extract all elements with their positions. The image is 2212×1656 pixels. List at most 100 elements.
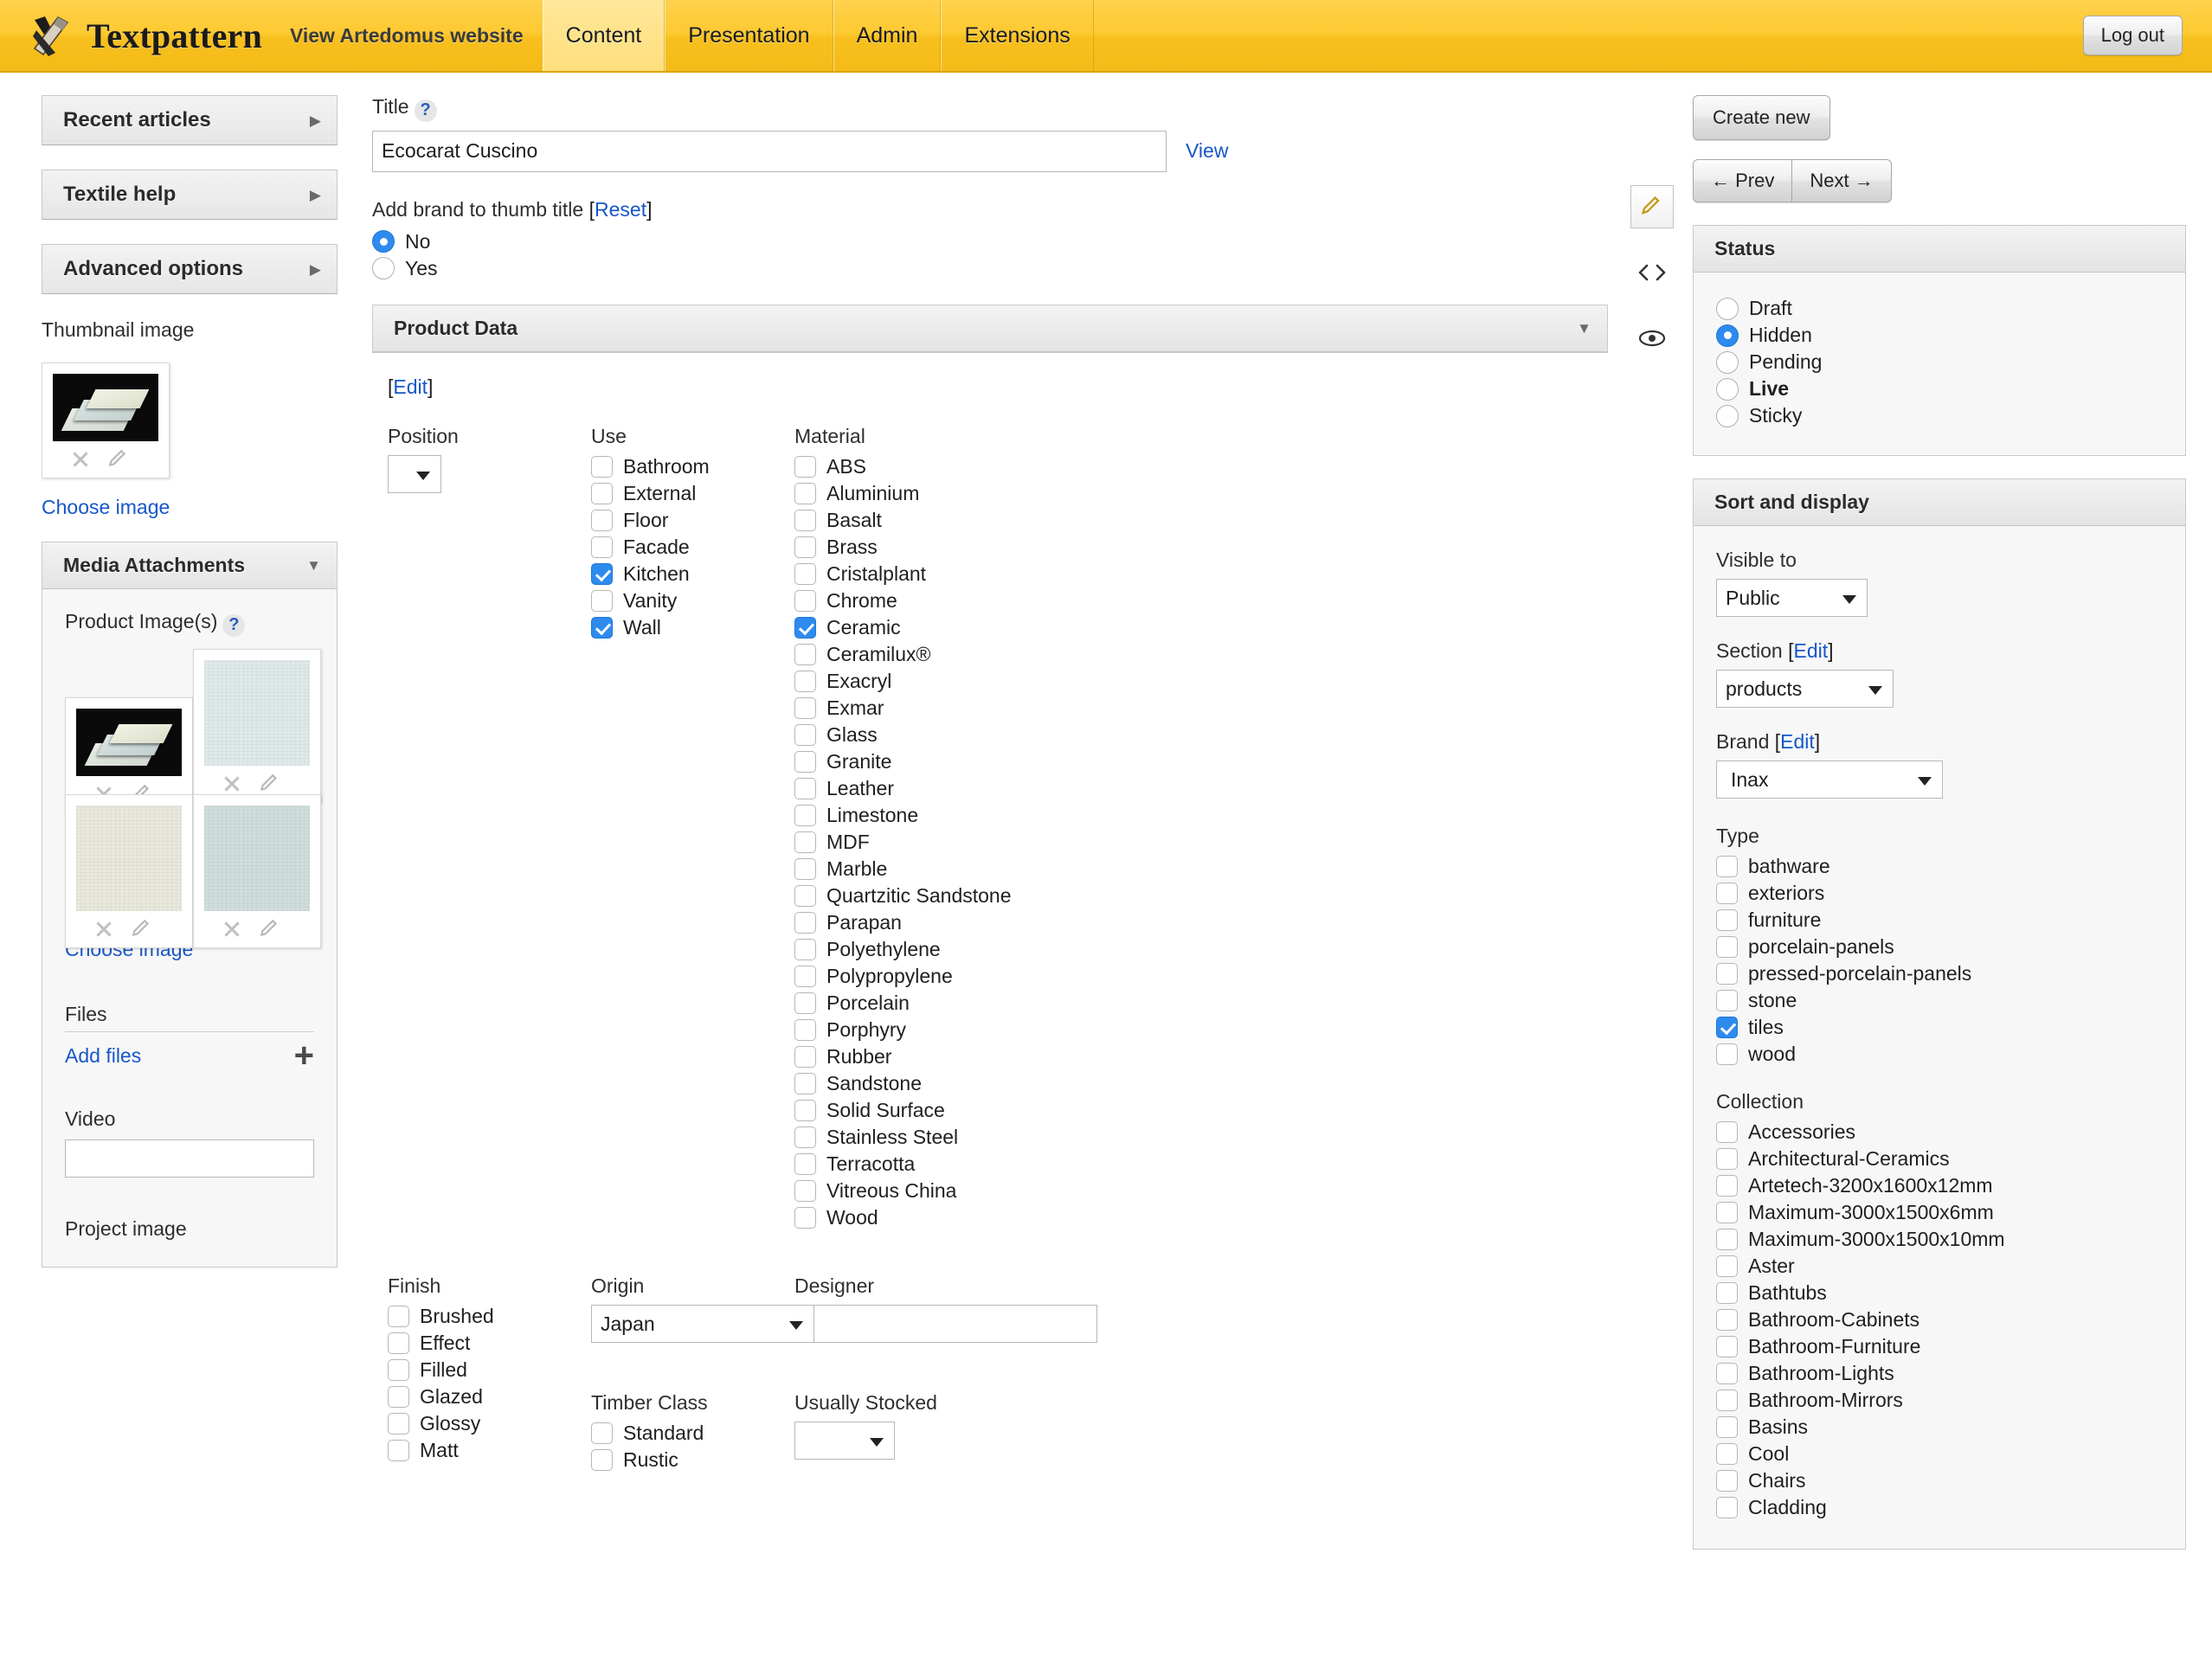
product-data-header[interactable]: Product Data ▼ (373, 305, 1607, 352)
checkbox-material-polyethylene[interactable]: Polyethylene (794, 938, 1141, 961)
pencil-icon[interactable] (258, 918, 282, 940)
choose-image-link-thumbnail[interactable]: Choose image (42, 496, 170, 518)
checkbox-material-parapan[interactable]: Parapan (794, 911, 1141, 934)
edit-view-button[interactable] (1630, 185, 1674, 228)
radio-status-live[interactable]: Live (1716, 377, 2163, 401)
pencil-icon[interactable] (130, 918, 154, 940)
checkbox-collection-chairs[interactable]: Chairs (1716, 1469, 2163, 1492)
checkbox-timber-standard[interactable]: Standard (591, 1422, 794, 1445)
checkbox-material-porphyry[interactable]: Porphyry (794, 1018, 1141, 1042)
checkbox-use-facade[interactable]: Facade (591, 536, 794, 559)
close-icon[interactable] (68, 448, 93, 471)
checkbox-finish-brushed[interactable]: Brushed (388, 1305, 591, 1328)
checkbox-material-glass[interactable]: Glass (794, 723, 1141, 747)
checkbox-material-solid-surface[interactable]: Solid Surface (794, 1099, 1141, 1122)
list-item[interactable] (193, 793, 321, 948)
checkbox-type-furniture[interactable]: furniture (1716, 908, 2163, 932)
checkbox-material-rubber[interactable]: Rubber (794, 1045, 1141, 1069)
checkbox-use-kitchen[interactable]: Kitchen (591, 562, 794, 586)
checkbox-material-quartzitic-sandstone[interactable]: Quartzitic Sandstone (794, 884, 1141, 908)
checkbox-material-chrome[interactable]: Chrome (794, 589, 1141, 613)
checkbox-material-vitreous-china[interactable]: Vitreous China (794, 1179, 1141, 1203)
checkbox-material-mdf[interactable]: MDF (794, 831, 1141, 854)
view-site-link[interactable]: View Artedomus website (290, 24, 524, 48)
twister-recent-articles[interactable]: Recent articles ▶ (42, 95, 338, 145)
visible-to-select[interactable]: Public (1716, 579, 1868, 617)
edit-product-data-link[interactable]: Edit (393, 375, 428, 398)
checkbox-material-brass[interactable]: Brass (794, 536, 1141, 559)
checkbox-finish-glossy[interactable]: Glossy (388, 1412, 591, 1435)
tab-presentation[interactable]: Presentation (665, 0, 833, 71)
radio-status-pending[interactable]: Pending (1716, 350, 2163, 374)
video-input[interactable] (65, 1139, 314, 1178)
prev-button[interactable]: ← Prev (1693, 159, 1792, 202)
checkbox-use-floor[interactable]: Floor (591, 509, 794, 532)
checkbox-collection-accessories[interactable]: Accessories (1716, 1120, 2163, 1144)
checkbox-collection-bathtubs[interactable]: Bathtubs (1716, 1281, 2163, 1305)
checkbox-material-leather[interactable]: Leather (794, 777, 1141, 800)
checkbox-type-porcelain-panels[interactable]: porcelain-panels (1716, 935, 2163, 959)
checkbox-use-vanity[interactable]: Vanity (591, 589, 794, 613)
checkbox-collection-aster[interactable]: Aster (1716, 1255, 2163, 1278)
checkbox-type-stone[interactable]: stone (1716, 989, 2163, 1012)
twister-textile-help[interactable]: Textile help ▶ (42, 170, 338, 220)
view-article-link[interactable]: View (1186, 139, 1228, 163)
add-files-link[interactable]: Add files (65, 1044, 141, 1068)
checkbox-material-exacryl[interactable]: Exacryl (794, 670, 1141, 693)
radio-status-draft[interactable]: Draft (1716, 297, 2163, 320)
checkbox-collection-cool[interactable]: Cool (1716, 1442, 2163, 1466)
checkbox-type-pressed-porcelain-panels[interactable]: pressed-porcelain-panels (1716, 962, 2163, 985)
media-attachments-header[interactable]: Media Attachments ▼ (42, 542, 337, 589)
help-icon[interactable]: ? (222, 613, 246, 637)
checkbox-material-polypropylene[interactable]: Polypropylene (794, 965, 1141, 988)
pencil-icon[interactable] (258, 773, 282, 795)
checkbox-use-wall[interactable]: Wall (591, 616, 794, 639)
section-edit-link[interactable]: Edit (1794, 639, 1829, 662)
brand-edit-link[interactable]: Edit (1780, 730, 1815, 753)
checkbox-type-bathware[interactable]: bathware (1716, 855, 2163, 878)
next-button[interactable]: Next → (1791, 159, 1892, 202)
brand-name[interactable]: Textpattern (87, 16, 262, 56)
checkbox-collection-cladding[interactable]: Cladding (1716, 1496, 2163, 1519)
section-select[interactable]: products (1716, 670, 1894, 708)
checkbox-material-wood[interactable]: Wood (794, 1206, 1141, 1229)
checkbox-material-ceramilux[interactable]: Ceramilux® (794, 643, 1141, 666)
checkbox-finish-matt[interactable]: Matt (388, 1439, 591, 1462)
radio-status-hidden[interactable]: Hidden (1716, 324, 2163, 347)
close-icon[interactable] (220, 773, 244, 795)
checkbox-collection-maximum-3000x1500x10mm[interactable]: Maximum-3000x1500x10mm (1716, 1228, 2163, 1251)
list-item[interactable] (65, 793, 193, 948)
checkbox-material-abs[interactable]: ABS (794, 455, 1141, 478)
create-new-button[interactable]: Create new (1693, 95, 1830, 140)
checkbox-collection-maximum-3000x1500x6mm[interactable]: Maximum-3000x1500x6mm (1716, 1201, 2163, 1224)
checkbox-material-exmar[interactable]: Exmar (794, 696, 1141, 720)
checkbox-type-tiles[interactable]: tiles (1716, 1016, 2163, 1039)
checkbox-type-exteriors[interactable]: exteriors (1716, 882, 2163, 905)
radio-status-sticky[interactable]: Sticky (1716, 404, 2163, 427)
checkbox-material-porcelain[interactable]: Porcelain (794, 992, 1141, 1015)
designer-input[interactable] (794, 1304, 1097, 1343)
checkbox-collection-architectural-ceramics[interactable]: Architectural-Ceramics (1716, 1147, 2163, 1171)
checkbox-material-marble[interactable]: Marble (794, 857, 1141, 881)
tab-content[interactable]: Content (542, 0, 666, 71)
checkbox-material-sandstone[interactable]: Sandstone (794, 1072, 1141, 1095)
checkbox-collection-bathroom-lights[interactable]: Bathroom-Lights (1716, 1362, 2163, 1385)
brand-select[interactable]: Inax (1716, 761, 1943, 799)
checkbox-finish-effect[interactable]: Effect (388, 1332, 591, 1355)
pencil-icon[interactable] (106, 448, 131, 471)
checkbox-type-wood[interactable]: wood (1716, 1043, 2163, 1066)
usually-stocked-select[interactable] (794, 1421, 895, 1460)
checkbox-collection-basins[interactable]: Basins (1716, 1415, 2163, 1439)
plus-icon[interactable]: + (294, 1038, 314, 1073)
checkbox-material-limestone[interactable]: Limestone (794, 804, 1141, 827)
logout-button[interactable]: Log out (2082, 16, 2183, 55)
checkbox-collection-artetech-3200x1600x12mm[interactable]: Artetech-3200x1600x12mm (1716, 1174, 2163, 1197)
checkbox-use-external[interactable]: External (591, 482, 794, 505)
checkbox-collection-bathroom-mirrors[interactable]: Bathroom-Mirrors (1716, 1389, 2163, 1412)
checkbox-material-stainless-steel[interactable]: Stainless Steel (794, 1126, 1141, 1149)
radio-brand-thumb-yes[interactable]: Yes (372, 257, 1608, 280)
title-input[interactable] (372, 130, 1167, 172)
close-icon[interactable] (92, 918, 116, 940)
checkbox-collection-bathroom-cabinets[interactable]: Bathroom-Cabinets (1716, 1308, 2163, 1332)
checkbox-material-basalt[interactable]: Basalt (794, 509, 1141, 532)
